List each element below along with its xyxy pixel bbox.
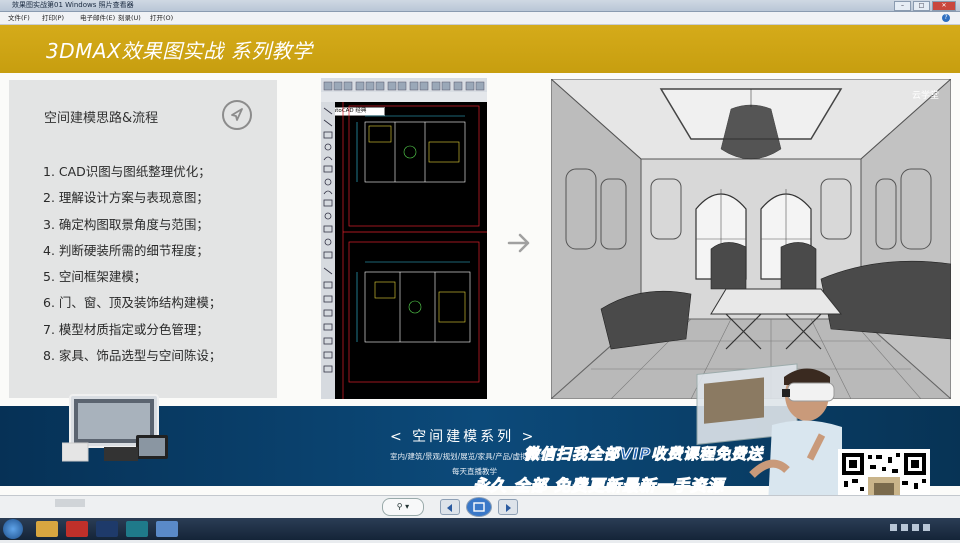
menu-file[interactable]: 文件(F) — [8, 12, 30, 24]
minimize-button[interactable]: – — [894, 1, 911, 11]
panel-title: 空间建模思路&流程 — [44, 111, 159, 126]
steps-list: 1. CAD识图与图纸整理优化； 2. 理解设计方案与表现意图； 3. 确定构图… — [43, 159, 221, 369]
render-illustration — [551, 79, 951, 399]
tray-icon[interactable] — [912, 524, 919, 531]
start-button[interactable] — [3, 519, 23, 539]
list-item: 3. 确定构图取景角度与范围； — [43, 216, 209, 232]
list-item: 2. 理解设计方案与表现意图； — [43, 190, 209, 206]
menu-open[interactable]: 打开(O) — [150, 12, 173, 24]
tray-icon[interactable] — [890, 524, 897, 531]
menu-bar: 文件(F) 打印(P) 电子邮件(E) 刻录(U) 打开(O) ? — [0, 12, 960, 25]
tray-icon[interactable] — [923, 524, 930, 531]
cad-workspace-bar: AutoCAD 经典 — [321, 92, 487, 116]
watermark-promo-line1: 微信扫我全部VIP收费课程免费送 — [523, 445, 764, 464]
menu-burn[interactable]: 刻录(U) — [118, 12, 141, 24]
next-button[interactable] — [498, 499, 518, 515]
list-item: 5. 空间框架建模； — [43, 269, 147, 285]
interior-render-image: 云学堂 — [551, 79, 951, 399]
cad-toolbar-icons — [323, 81, 485, 91]
status-thumbnail — [55, 499, 85, 507]
zoom-button[interactable]: ⚲ ▾ — [382, 498, 424, 516]
cad-floor-plans — [342, 102, 487, 399]
render-logo: 云学堂 — [911, 91, 939, 101]
watermark-promo-line2: 永久 全部 免费更新最新一手资源 — [472, 476, 725, 496]
tray-icon[interactable] — [901, 524, 908, 531]
close-button[interactable]: ✕ — [932, 1, 956, 11]
slide-header-title: 3DMAX效果图实战 系列教学 — [46, 39, 313, 63]
slideshow-button[interactable] — [466, 497, 492, 517]
photoshop-taskbar-icon[interactable] — [96, 521, 118, 537]
slide-image: 3DMAX效果图实战 系列教学 空间建模思路&流程 1. CAD识图与图纸整理优… — [0, 25, 960, 539]
photo-viewer-taskbar-icon[interactable] — [156, 521, 178, 537]
maximize-button[interactable]: □ — [913, 1, 930, 11]
series-categories: 室内/建筑/景观/规划/展览/家具/产品/虚拟现实 — [390, 452, 543, 461]
navigation-arrow-icon — [222, 100, 252, 130]
help-icon[interactable]: ? — [942, 14, 950, 22]
menu-email[interactable]: 电子邮件(E) — [80, 12, 115, 24]
cad-toolbar — [321, 78, 487, 92]
menu-print[interactable]: 打印(P) — [42, 12, 64, 24]
cad-drawing-image: AutoCAD 经典 — [321, 78, 487, 399]
series-title: < 空间建模系列 > — [390, 429, 537, 445]
window-controls: – □ ✕ — [894, 1, 956, 11]
slide-header: 3DMAX效果图实战 系列教学 — [0, 25, 960, 73]
process-panel: 空间建模思路&流程 1. CAD识图与图纸整理优化； 2. 理解设计方案与表现意… — [9, 80, 277, 398]
list-item: 6. 门、窗、顶及装饰结构建模； — [43, 295, 222, 311]
list-item: 7. 模型材质指定或分色管理； — [43, 321, 209, 337]
3dsmax-taskbar-icon[interactable] — [126, 521, 148, 537]
viewer-control-bar: ⚲ ▾ — [0, 495, 960, 518]
list-item: 8. 家具、饰品选型与空间陈设； — [43, 348, 222, 364]
system-tray — [890, 524, 930, 531]
window-title: 效果图实战第01 Windows 照片查看器 — [12, 1, 134, 9]
window-titlebar: 效果图实战第01 Windows 照片查看器 – □ ✕ — [0, 0, 960, 12]
cad-side-toolbar — [321, 102, 335, 399]
autocad-taskbar-icon[interactable] — [66, 521, 88, 537]
list-item: 4. 判断硬装所需的细节程度； — [43, 242, 209, 258]
right-arrow-icon — [506, 228, 532, 258]
explorer-taskbar-icon[interactable] — [36, 521, 58, 537]
devices-illustration — [61, 389, 174, 469]
previous-button[interactable] — [440, 499, 460, 515]
list-item: 1. CAD识图与图纸整理优化； — [43, 164, 211, 179]
windows-taskbar — [0, 518, 960, 540]
